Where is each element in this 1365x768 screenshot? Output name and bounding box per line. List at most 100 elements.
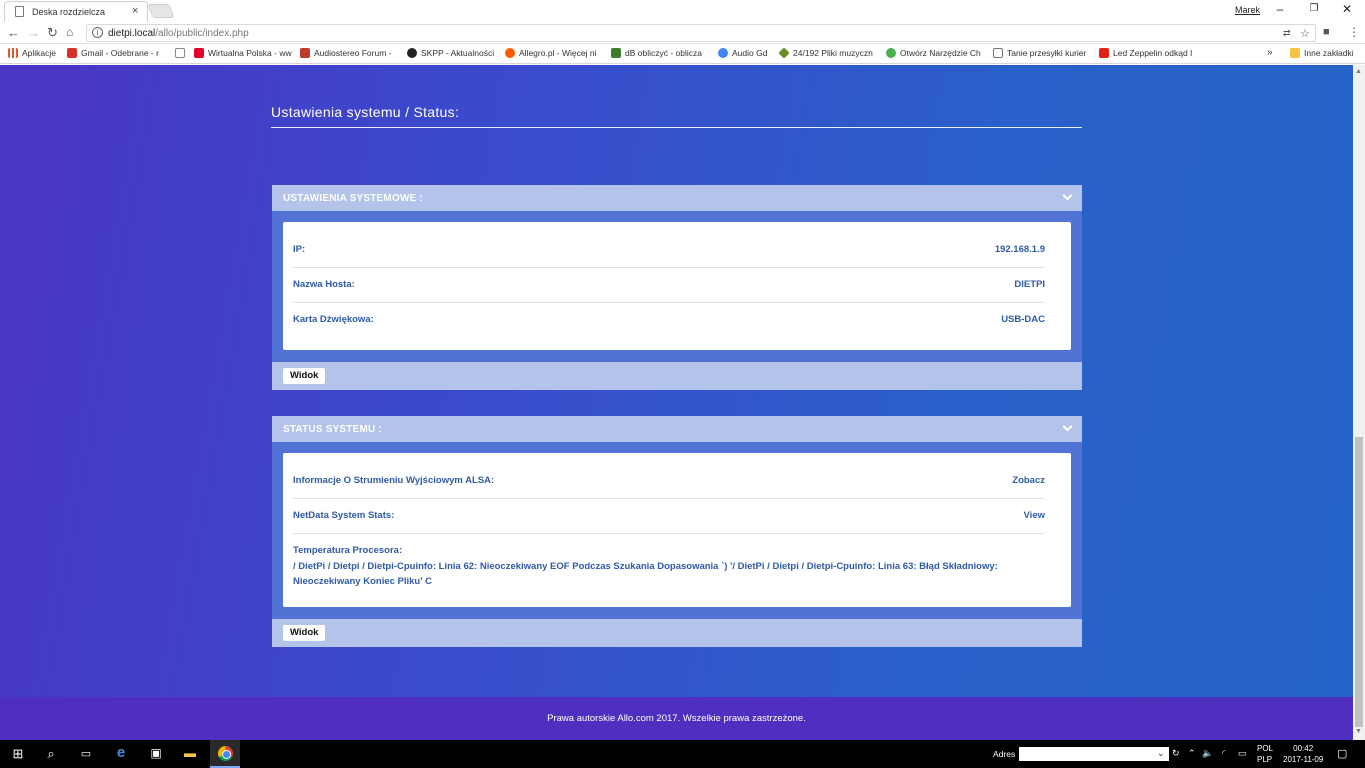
row-divider	[293, 533, 1045, 534]
close-tab-icon[interactable]: ×	[132, 5, 138, 17]
apps-grid-icon	[8, 48, 18, 58]
chrome-taskbar-button[interactable]	[210, 740, 240, 768]
system-clock[interactable]: 00:42 2017-11-09	[1283, 743, 1323, 765]
bookmark-wp[interactable]: Wirtualna Polska - ww	[194, 48, 292, 58]
chrome-icon	[218, 746, 233, 761]
bookmark-other[interactable]: Inne zakładki	[1290, 48, 1354, 58]
diamond-icon	[778, 47, 790, 59]
scroll-down-icon[interactable]: ▼	[1355, 728, 1362, 735]
system-settings-view-button[interactable]: Widok	[283, 368, 326, 384]
restore-button[interactable]: ❐	[1304, 3, 1324, 14]
system-settings-panel: USTAWIENIA SYSTEMOWE : IP: 192.168.1.9 N…	[272, 185, 1082, 390]
translate-icon[interactable]: ⇄	[1283, 28, 1291, 39]
info-icon[interactable]: i	[92, 27, 103, 38]
bookmark-audiogd[interactable]: Audio Gd	[718, 48, 767, 58]
chevron-down-icon[interactable]	[1062, 190, 1073, 201]
volume-icon[interactable]: 🔈	[1202, 748, 1213, 759]
windows-taskbar: ⊞ ⌕ ▭ e ▣ ▬ Adres ⌄ ↻ ⌃ 🔈 ◜ ▭ POL PLP 00…	[0, 740, 1365, 768]
browser-tab[interactable]: Deska rozdzielcza ×	[4, 1, 148, 22]
tray-expand-icon[interactable]: ⌃	[1188, 748, 1196, 759]
search-icon[interactable]: ⌕	[41, 746, 61, 762]
close-window-button[interactable]: ✕	[1337, 2, 1357, 16]
bookmark-youtube[interactable]: Led Zeppelin odkąd I	[1099, 48, 1192, 58]
bookmark-page[interactable]	[175, 48, 189, 58]
page-scrollbar[interactable]: ▲ ▼	[1353, 65, 1365, 740]
system-status-title: STATUS SYSTEMU :	[283, 424, 382, 435]
adres-input[interactable]	[1019, 747, 1169, 761]
forward-arrow-icon[interactable]: →	[27, 25, 40, 40]
extension-icon[interactable]: ■	[1323, 26, 1330, 38]
bookmarks-overflow-button[interactable]: »	[1267, 47, 1273, 58]
skpp-icon	[407, 48, 417, 58]
page-footer: Prawa autorskie Allo.com 2017. Wszelkie …	[0, 697, 1353, 740]
scroll-thumb[interactable]	[1355, 437, 1363, 727]
notifications-icon[interactable]: ▢	[1337, 747, 1347, 760]
bookmark-24192[interactable]: 24/192 Pliki muzyczn	[778, 47, 873, 59]
adres-dropdown-icon[interactable]: ⌄	[1157, 748, 1165, 759]
language-indicator[interactable]: POL PLP	[1257, 743, 1273, 765]
folder-icon	[1290, 48, 1300, 58]
battery-icon[interactable]: ▭	[1238, 748, 1247, 759]
home-icon[interactable]: ⌂	[66, 25, 73, 39]
clock-time: 00:42	[1293, 744, 1314, 753]
page-icon	[15, 6, 24, 17]
system-status-header[interactable]: STATUS SYSTEMU :	[272, 416, 1082, 442]
scroll-up-icon[interactable]: ▲	[1355, 68, 1362, 75]
cpu-temp-value: / DietPi / Dietpi / Dietpi-Cpuinfo: Lini…	[293, 561, 998, 587]
hostname-value: DIETPI	[1014, 279, 1045, 290]
system-status-view-button[interactable]: Widok	[283, 625, 326, 641]
row-divider	[293, 498, 1045, 499]
bookmark-star-icon[interactable]: ☆	[1300, 27, 1310, 40]
back-arrow-icon[interactable]: ←	[7, 25, 20, 40]
reload-icon[interactable]: ↻	[47, 25, 58, 41]
page-content: Ustawienia systemu / Status: USTAWIENIA …	[0, 65, 1353, 697]
task-view-icon[interactable]: ▭	[76, 747, 96, 760]
bookmark-gmail[interactable]: Gmail - Odebrane - r	[67, 48, 159, 58]
bookmark-allegro[interactable]: Allegro.pl - Więcej ni	[505, 48, 596, 58]
audiostereo-icon	[300, 48, 310, 58]
bookmark-przesylki[interactable]: Tanie przesyłki kurier	[993, 48, 1086, 58]
bookmark-db[interactable]: dB obliczyć - oblicza	[611, 48, 702, 58]
google-icon	[718, 48, 728, 58]
url-text: dietpi.local/allo/public/index.php	[108, 28, 249, 39]
db-icon	[611, 48, 621, 58]
bookmark-apps[interactable]: Aplikacje	[8, 48, 56, 58]
windows-start-icon[interactable]: ⊞	[8, 746, 28, 762]
profile-name[interactable]: Marek	[1235, 5, 1260, 15]
store-icon[interactable]: ▣	[146, 746, 166, 760]
menu-kebab-icon[interactable]: ⋮	[1348, 25, 1360, 39]
file-explorer-icon[interactable]: ▬	[180, 746, 200, 760]
tab-title: Deska rozdzielcza	[32, 7, 106, 17]
bookmark-narzedzie[interactable]: Otwórz Narzędzie Ch	[886, 48, 981, 58]
edge-icon[interactable]: e	[111, 744, 131, 761]
soundcard-label: Karta Dźwiękowa:	[293, 314, 374, 325]
globe-icon	[886, 48, 896, 58]
alsa-label: Informacje O Strumieniu Wyjściowym ALSA:	[293, 475, 495, 486]
gmail-icon	[67, 48, 77, 58]
chevron-down-icon[interactable]	[1062, 421, 1073, 432]
netdata-view-link[interactable]: View	[1024, 510, 1045, 521]
soundcard-value: USB-DAC	[1001, 314, 1045, 325]
hostname-label: Nazwa Hosta:	[293, 279, 355, 290]
system-status-footer: Widok	[272, 619, 1082, 647]
system-settings-footer: Widok	[272, 362, 1082, 390]
adres-go-icon[interactable]: ↻	[1172, 748, 1180, 759]
title-divider	[271, 127, 1082, 128]
cpu-temp-label: Temperatura Procesora:	[293, 545, 403, 556]
clock-date: 2017-11-09	[1283, 755, 1324, 764]
bookmark-skpp[interactable]: SKPP - Aktualności	[407, 48, 494, 58]
url-input[interactable]: i dietpi.local/allo/public/index.php ⇄ ☆	[86, 24, 1316, 42]
wp-icon	[194, 48, 204, 58]
system-status-card: Informacje O Strumieniu Wyjściowym ALSA:…	[283, 453, 1071, 607]
system-settings-header[interactable]: USTAWIENIA SYSTEMOWE :	[272, 185, 1082, 211]
minimize-button[interactable]: –	[1270, 2, 1290, 16]
wifi-icon[interactable]: ◜	[1222, 748, 1226, 759]
system-status-panel: STATUS SYSTEMU : Informacje O Strumieniu…	[272, 416, 1082, 647]
browser-tab-bar: Deska rozdzielcza × Marek – ❐ ✕	[0, 0, 1365, 22]
system-settings-card: IP: 192.168.1.9 Nazwa Hosta: DIETPI Kart…	[283, 222, 1071, 350]
box-icon	[993, 48, 1003, 58]
new-tab-button[interactable]	[147, 4, 175, 18]
bookmark-audiostereo[interactable]: Audiostereo Forum -	[300, 48, 391, 58]
alsa-view-link[interactable]: Zobacz	[1012, 475, 1045, 486]
page-icon	[175, 48, 185, 58]
